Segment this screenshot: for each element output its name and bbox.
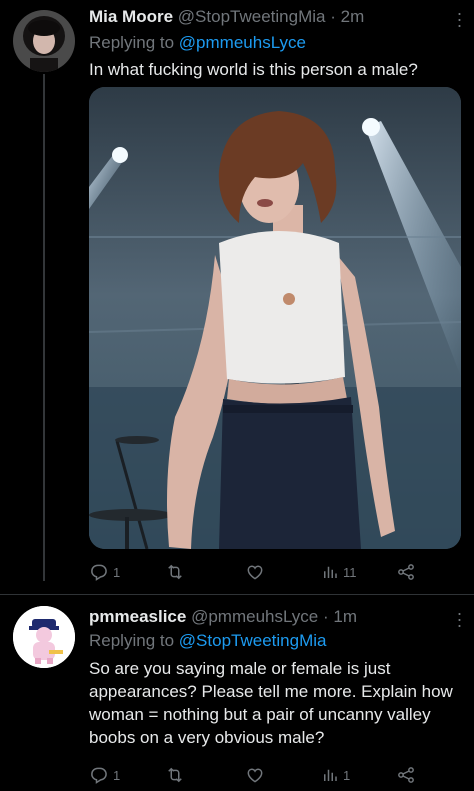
tweet-actions: 1 11: [89, 561, 419, 583]
separator: ·: [330, 7, 336, 26]
like-icon: [247, 768, 263, 783]
replying-to-handle[interactable]: @StopTweetingMia: [179, 631, 327, 650]
replying-to-label: Replying to: [89, 33, 175, 52]
avatar[interactable]: [13, 606, 75, 668]
views-count: 11: [343, 564, 357, 580]
reply-icon: [91, 767, 107, 784]
like-button[interactable]: [245, 561, 269, 583]
reply-button[interactable]: 1: [89, 764, 120, 786]
reply-count: 1: [113, 564, 121, 580]
retweet-icon: [168, 564, 182, 580]
views-count: 1: [343, 767, 351, 783]
tweet-2[interactable]: pmmeaslice @pmmeuhsLyce · 1m · · · Replyin…: [0, 595, 474, 791]
retweet-button[interactable]: [164, 561, 190, 583]
avatar[interactable]: [13, 10, 75, 72]
reply-icon: [91, 564, 107, 581]
tweet-text: So are you saying male or female is just…: [89, 659, 453, 747]
separator: ·: [323, 607, 329, 626]
tweet-photo[interactable]: [89, 87, 461, 549]
timestamp[interactable]: 2m: [341, 7, 365, 26]
share-button[interactable]: [396, 561, 416, 583]
avatar-image: [13, 10, 75, 72]
tweet-actions: 1 1: [89, 764, 419, 786]
views-icon: [324, 566, 337, 578]
retweet-button[interactable]: [164, 764, 190, 786]
more-icon[interactable]: · · ·: [456, 4, 463, 34]
like-button[interactable]: [245, 764, 269, 786]
tweet-1[interactable]: Mia Moore @StopTweetingMia · 2m · · · Repl…: [0, 0, 474, 594]
tweet-header: pmmeaslice @pmmeuhsLyce · 1m: [89, 607, 357, 627]
timestamp[interactable]: 1m: [333, 607, 357, 626]
concert-photo: [89, 87, 461, 549]
display-name[interactable]: Mia Moore: [89, 7, 173, 26]
tweet-text: In what fucking world is this person a m…: [89, 60, 418, 79]
replying-to: Replying to @StopTweetingMia: [89, 631, 326, 651]
display-name[interactable]: pmmeaslice: [89, 607, 186, 626]
more-icon[interactable]: · · ·: [456, 604, 463, 634]
share-icon: [398, 564, 414, 580]
replying-to-label: Replying to: [89, 631, 175, 650]
retweet-icon: [168, 767, 182, 783]
replying-to-handle[interactable]: @pmmeuhsLyce: [179, 33, 306, 52]
reply-count: 1: [113, 767, 121, 783]
share-button[interactable]: [396, 764, 416, 786]
avatar-image: [13, 606, 75, 668]
share-icon: [398, 767, 414, 783]
reply-button[interactable]: 1: [89, 561, 120, 583]
views-icon: [324, 769, 337, 781]
views-button[interactable]: 11: [321, 561, 357, 583]
views-button[interactable]: 1: [321, 764, 350, 786]
tweet-header: Mia Moore @StopTweetingMia · 2m: [89, 7, 364, 27]
handle[interactable]: @pmmeuhsLyce: [191, 607, 318, 626]
replying-to: Replying to @pmmeuhsLyce: [89, 33, 306, 53]
handle[interactable]: @StopTweetingMia: [178, 7, 326, 26]
like-icon: [247, 565, 263, 580]
